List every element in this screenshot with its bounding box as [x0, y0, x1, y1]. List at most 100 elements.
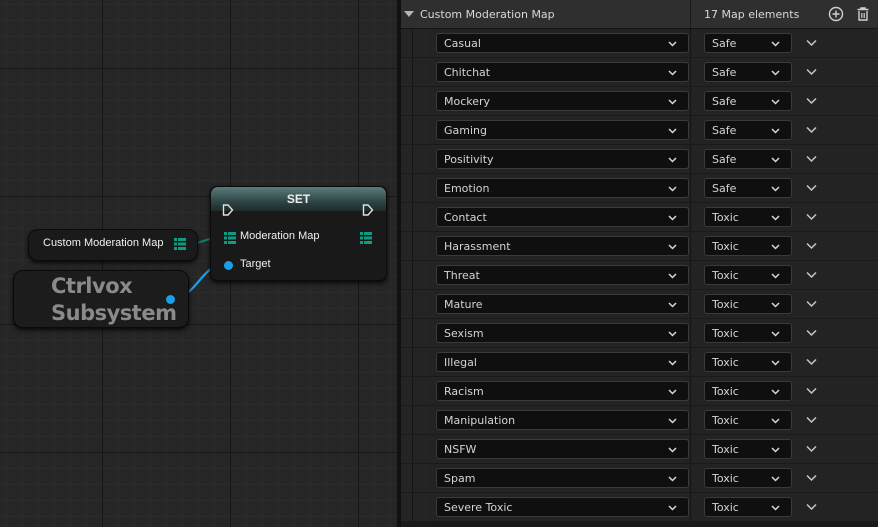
row-options-chevron-icon[interactable] [806, 445, 817, 453]
value-dropdown[interactable]: Safe [704, 91, 792, 111]
row-options-chevron-icon[interactable] [806, 39, 817, 47]
exec-output-icon[interactable] [362, 204, 374, 216]
chevron-down-icon [771, 302, 780, 308]
value-dropdown[interactable]: Toxic [704, 352, 792, 372]
row-options-chevron-icon[interactable] [806, 126, 817, 134]
value-dropdown[interactable]: Toxic [704, 468, 792, 488]
map-output-pin-icon[interactable] [360, 232, 372, 244]
row-indent [401, 174, 428, 202]
row-options-chevron-icon[interactable] [806, 271, 817, 279]
set-node-title: SET [286, 192, 311, 206]
key-dropdown[interactable]: Harassment [436, 236, 689, 256]
row-options-chevron-icon[interactable] [806, 155, 817, 163]
key-value: Harassment [444, 240, 511, 253]
row-options-chevron-icon[interactable] [806, 97, 817, 105]
value-dropdown[interactable]: Toxic [704, 439, 792, 459]
value-dropdown[interactable]: Toxic [704, 323, 792, 343]
value-dropdown[interactable]: Safe [704, 62, 792, 82]
key-dropdown[interactable]: Mature [436, 294, 689, 314]
row-options-chevron-icon[interactable] [806, 416, 817, 424]
value-value: Safe [712, 37, 737, 50]
key-dropdown[interactable]: Spam [436, 468, 689, 488]
chevron-down-icon [668, 331, 677, 337]
key-dropdown[interactable]: Illegal [436, 352, 689, 372]
value-dropdown[interactable]: Toxic [704, 236, 792, 256]
row-options-chevron-icon[interactable] [806, 329, 817, 337]
value-dropdown[interactable]: Safe [704, 178, 792, 198]
key-value: Mockery [444, 95, 491, 108]
key-dropdown[interactable]: Sexism [436, 323, 689, 343]
ctrlvox-subsystem-node[interactable]: Ctrlvox Subsystem [13, 270, 189, 328]
chevron-down-icon [771, 41, 780, 47]
key-dropdown[interactable]: NSFW [436, 439, 689, 459]
row-indent [401, 406, 428, 434]
chevron-down-icon [771, 476, 780, 482]
chevron-down-icon [771, 360, 780, 366]
element-count: 17 Map elements [704, 8, 800, 21]
map-pin-icon[interactable] [174, 238, 186, 250]
value-dropdown[interactable]: Toxic [704, 410, 792, 430]
subsystem-output-pin[interactable] [166, 295, 175, 304]
row-indent [401, 58, 428, 86]
key-dropdown[interactable]: Casual [436, 33, 689, 53]
value-dropdown[interactable]: Toxic [704, 381, 792, 401]
value-dropdown[interactable]: Safe [704, 149, 792, 169]
value-dropdown[interactable]: Toxic [704, 207, 792, 227]
column-divider [690, 87, 691, 115]
key-dropdown[interactable]: Racism [436, 381, 689, 401]
row-options-chevron-icon[interactable] [806, 242, 817, 250]
blueprint-graph-canvas[interactable]: Custom Moderation Map Ctrlvox Subsystem … [0, 0, 397, 527]
row-options-chevron-icon[interactable] [806, 184, 817, 192]
key-dropdown[interactable]: Gaming [436, 120, 689, 140]
map-entry-row: Positivity Safe [401, 145, 878, 174]
key-dropdown[interactable]: Mockery [436, 91, 689, 111]
key-dropdown[interactable]: Contact [436, 207, 689, 227]
key-dropdown[interactable]: Chitchat [436, 62, 689, 82]
exec-input-icon[interactable] [222, 204, 234, 216]
row-options-chevron-icon[interactable] [806, 503, 817, 511]
column-divider [690, 174, 691, 202]
key-value: Illegal [444, 356, 477, 369]
column-divider [690, 29, 691, 57]
column-divider [690, 377, 691, 405]
row-options-chevron-icon[interactable] [806, 68, 817, 76]
chevron-down-icon [668, 244, 677, 250]
key-value: Manipulation [444, 414, 516, 427]
row-indent [401, 203, 428, 231]
key-dropdown[interactable]: Positivity [436, 149, 689, 169]
row-options-chevron-icon[interactable] [806, 387, 817, 395]
value-dropdown[interactable]: Toxic [704, 265, 792, 285]
value-dropdown[interactable]: Safe [704, 120, 792, 140]
key-dropdown[interactable]: Threat [436, 265, 689, 285]
value-dropdown[interactable]: Safe [704, 33, 792, 53]
map-entry-row: Severe Toxic Toxic [401, 493, 878, 522]
map-input-pin-icon[interactable] [224, 232, 236, 244]
chevron-down-icon [668, 273, 677, 279]
key-dropdown[interactable]: Manipulation [436, 410, 689, 430]
target-input-pin[interactable] [224, 261, 233, 270]
row-options-chevron-icon[interactable] [806, 358, 817, 366]
map-entry-row: Chitchat Safe [401, 58, 878, 87]
row-options-chevron-icon[interactable] [806, 300, 817, 308]
column-divider [690, 464, 691, 492]
value-value: Safe [712, 182, 737, 195]
key-value: Threat [444, 269, 480, 282]
value-dropdown[interactable]: Toxic [704, 497, 792, 517]
set-node[interactable]: SET Moderation Map Target [210, 186, 387, 281]
set-target-label: Target [240, 258, 271, 270]
map-entry-row: Illegal Toxic [401, 348, 878, 377]
value-dropdown[interactable]: Toxic [704, 294, 792, 314]
custom-moderation-map-variable-node[interactable]: Custom Moderation Map [28, 229, 198, 261]
key-dropdown[interactable]: Emotion [436, 178, 689, 198]
key-dropdown[interactable]: Severe Toxic [436, 497, 689, 517]
row-indent [401, 377, 428, 405]
collapse-arrow-icon[interactable] [404, 11, 414, 17]
chevron-down-icon [668, 447, 677, 453]
row-options-chevron-icon[interactable] [806, 213, 817, 221]
key-value: Positivity [444, 153, 494, 166]
trash-icon[interactable] [855, 6, 871, 22]
row-indent [401, 87, 428, 115]
row-options-chevron-icon[interactable] [806, 474, 817, 482]
set-input-label: Moderation Map [240, 230, 320, 242]
plus-circle-icon[interactable] [828, 6, 844, 22]
